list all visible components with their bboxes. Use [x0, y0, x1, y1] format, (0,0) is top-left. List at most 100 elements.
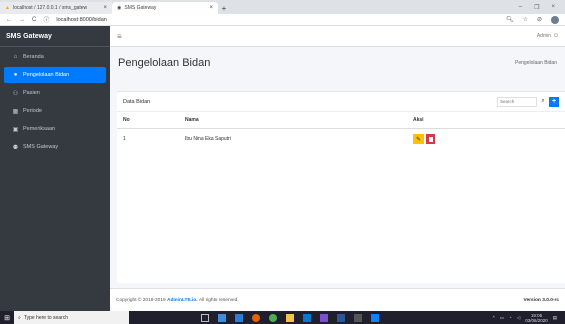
top-navbar: ≡ Admin ⏻	[110, 26, 565, 47]
sidebar: SMS Gateway ⌂ Beranda ● Pengelolaan Bida…	[0, 26, 110, 311]
notification-icon[interactable]: ▤	[553, 315, 557, 321]
sidebar-item-pasien[interactable]: ⚇ Pasien	[4, 85, 106, 101]
page-title: Pengelolaan Bidan	[118, 57, 211, 69]
sidebar-item-label: Pasien	[23, 90, 40, 96]
wifi-icon[interactable]: ◔	[509, 315, 512, 320]
new-tab-button[interactable]: +	[218, 2, 230, 14]
table-row: 1 Ibu Nina Eka Saputri ✎	[117, 128, 565, 150]
phpmyadmin-icon: ▲	[5, 5, 10, 11]
card-icon: ▣	[12, 126, 19, 133]
table-search: ⌕ +	[497, 96, 559, 107]
word-icon[interactable]	[337, 313, 345, 322]
close-tab-icon[interactable]: ×	[209, 5, 213, 11]
back-icon[interactable]: ←	[6, 17, 12, 23]
vscode-icon[interactable]	[235, 313, 243, 322]
vscode-blue-icon[interactable]	[371, 313, 379, 322]
card-header: Data Bidan ⌕ +	[117, 92, 565, 112]
sidebar-item-periode[interactable]: ▦ Periode	[4, 103, 106, 119]
sidebar-item-beranda[interactable]: ⌂ Beranda	[4, 49, 106, 65]
store-icon[interactable]	[218, 313, 226, 322]
reload-icon[interactable]: C	[32, 17, 36, 23]
url-field[interactable]: localhost:8000/bidan	[56, 17, 106, 23]
data-card: Data Bidan ⌕ + No Nama Aksi 1 Ibu Nina E…	[117, 91, 565, 283]
folder-icon[interactable]	[286, 313, 294, 322]
volume-icon[interactable]: ◁	[517, 315, 520, 321]
battery-icon[interactable]: ▭	[500, 315, 504, 321]
sidebar-item-label: Pengelolaan Bidan	[23, 72, 70, 78]
column-header-no: No	[117, 112, 179, 129]
globe-icon: ◉	[117, 5, 122, 11]
cell-nama: Ibu Nina Eka Saputri	[185, 136, 231, 143]
address-bar-row: ← → C ⓘ localhost:8000/bidan 🔍︎ ☆ ⊘	[0, 14, 565, 26]
power-icon[interactable]: ⏻	[554, 33, 558, 39]
menu-toggle-icon[interactable]: ≡	[117, 32, 122, 41]
star-icon[interactable]: ☆	[523, 16, 528, 23]
task-view-icon[interactable]	[201, 313, 209, 322]
table-header-row: No Nama Aksi	[117, 112, 565, 129]
taskbar-apps	[201, 313, 379, 322]
forward-icon[interactable]: →	[19, 17, 25, 23]
taskbar-search[interactable]: ⌕ Type here to search	[14, 311, 129, 324]
sidebar-item-label: Pemeriksaan	[23, 126, 56, 132]
copyright-text: Copyright © 2018-2019	[116, 297, 166, 303]
search-icon[interactable]: ⌕	[539, 97, 547, 107]
search-icon: ⌕	[18, 314, 21, 321]
close-window-icon[interactable]: ×	[551, 4, 555, 10]
content-header: Pengelolaan Bidan Pengelolaan Bidan	[110, 47, 565, 79]
user-menu[interactable]: Admin ⏻	[537, 33, 558, 39]
sidebar-brand[interactable]: SMS Gateway	[0, 26, 110, 47]
browser-tab-label: SMS Gateway	[124, 5, 157, 11]
users-icon: ⚇	[12, 90, 19, 97]
close-tab-icon[interactable]: ×	[103, 5, 107, 11]
adminlte-link[interactable]: AdminLTE.io.	[167, 298, 198, 303]
bidan-table: No Nama Aksi 1 Ibu Nina Eka Saputri ✎	[117, 112, 565, 150]
clock[interactable]: 19:05 03/06/2020	[525, 313, 548, 323]
browser-tab-sms-gateway[interactable]: ◉ SMS Gateway ×	[112, 2, 218, 14]
table-icon: ▦	[12, 108, 19, 115]
edit-button[interactable]: ✎	[413, 134, 424, 145]
home-icon: ⌂	[13, 54, 18, 60]
cell-aksi: ✎	[407, 128, 565, 150]
minimize-icon[interactable]: –	[519, 4, 522, 10]
sidebar-item-label: Periode	[23, 108, 42, 114]
zoom-icon[interactable]: 🔍︎	[506, 16, 514, 23]
taskbar-search-placeholder: Type here to search	[23, 314, 69, 321]
browser-tab-phpmyadmin[interactable]: ▲ localhost / 127.0.0.1 / sms_gatew ×	[0, 2, 112, 14]
add-bidan-button[interactable]: +	[549, 96, 559, 107]
firefox-icon[interactable]	[252, 313, 260, 322]
tray-chevron-icon[interactable]: ^	[493, 315, 495, 320]
windows-taskbar: ⊞ ⌕ Type here to search ^ ▭ ◔ ◁ 19:05 03…	[0, 311, 565, 324]
user-name: Admin	[536, 33, 552, 39]
delete-button[interactable]	[426, 134, 435, 145]
rights-text: All rights reserved.	[198, 297, 239, 303]
page-footer: Copyright © 2018-2019 AdminLTE.io. All r…	[110, 288, 565, 311]
extension-icon[interactable]: ⊘	[537, 16, 542, 23]
maximize-icon[interactable]: ❐	[534, 4, 539, 11]
sidebar-item-pemeriksaan[interactable]: ▣ Pemeriksaan	[4, 121, 106, 137]
sidebar-item-label: Beranda	[23, 54, 44, 60]
user-group-icon: ⚉	[12, 144, 19, 151]
sidebar-item-pengelolaan-bidan[interactable]: ● Pengelolaan Bidan	[4, 67, 106, 83]
edit-icon: ✎	[415, 136, 422, 143]
chrome-icon[interactable]	[269, 313, 277, 322]
cell-no: 1	[123, 136, 126, 143]
breadcrumb[interactable]: Pengelolaan Bidan	[515, 60, 557, 66]
mail-icon[interactable]	[303, 313, 311, 322]
column-header-nama: Nama	[179, 112, 407, 129]
user-icon: ●	[13, 72, 18, 78]
windows-start-icon[interactable]: ⊞	[0, 311, 14, 324]
trash-icon	[428, 136, 433, 142]
window-controls: – ❐ ×	[519, 0, 565, 14]
app-icon[interactable]	[320, 313, 328, 322]
profile-avatar[interactable]	[551, 15, 559, 24]
browser-tab-label: localhost / 127.0.0.1 / sms_gatew	[12, 5, 88, 11]
version-text: Version 3.0.0-rc	[523, 297, 559, 303]
clock-date: 03/06/2020	[525, 317, 548, 323]
search-input[interactable]	[497, 96, 537, 107]
info-icon: ⓘ	[43, 18, 50, 24]
sidebar-item-sms-gateway[interactable]: ⚉ SMS Gateway	[4, 139, 106, 155]
terminal-icon[interactable]	[354, 313, 362, 322]
sidebar-item-label: SMS Gateway	[23, 144, 59, 150]
card-title: Data Bidan	[123, 98, 151, 105]
system-tray: ^ ▭ ◔ ◁ 19:05 03/06/2020 ▤	[493, 313, 565, 323]
